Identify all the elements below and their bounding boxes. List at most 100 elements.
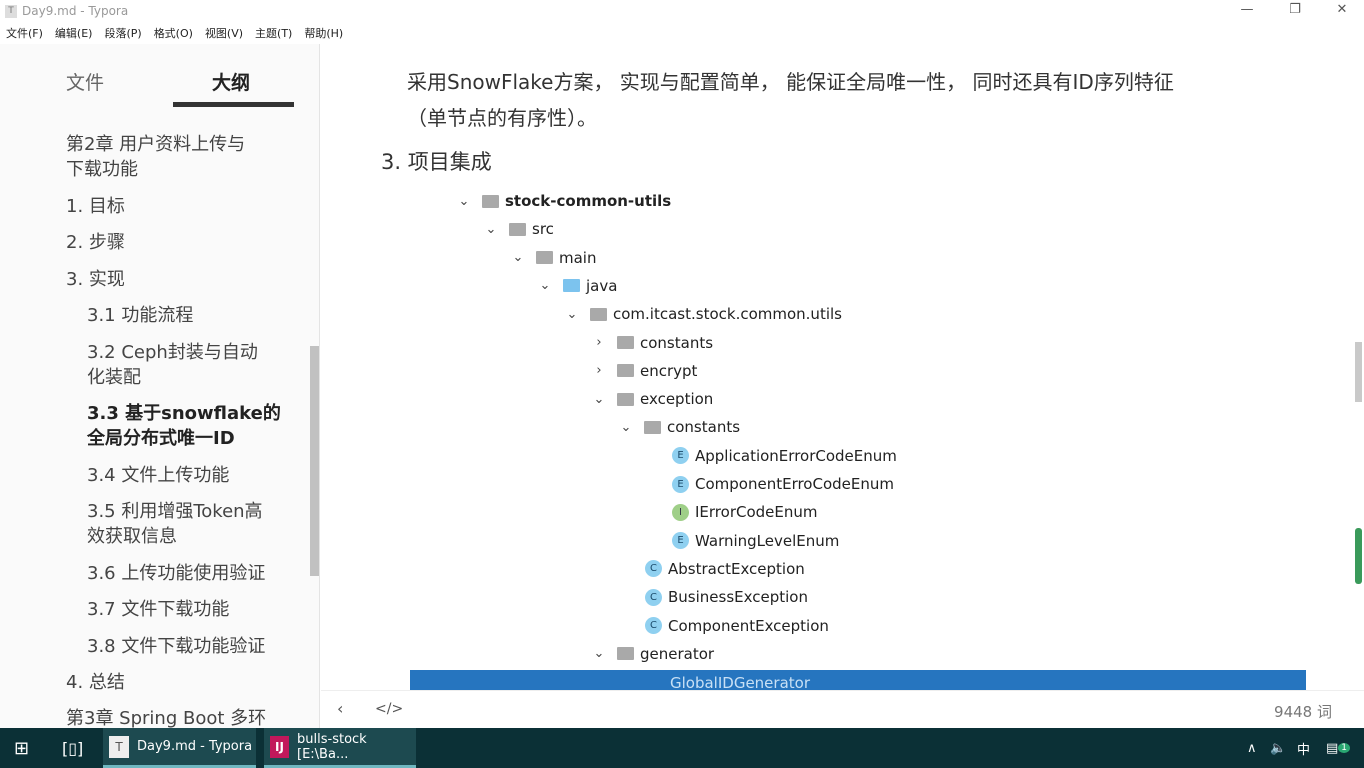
interface-icon: I [672, 503, 689, 521]
menu-bar: 文件(F) 编辑(E) 段落(P) 格式(O) 视图(V) 主题(T) 帮助(H) [0, 24, 349, 44]
outline-item[interactable]: 3.6 上传功能使用验证 [87, 561, 265, 586]
ime-indicator[interactable]: 中 [1297, 728, 1310, 768]
tree-label: java [586, 276, 618, 295]
chevron-down-icon: ⌄ [566, 306, 578, 322]
content-scrollbar[interactable] [1355, 342, 1362, 402]
minimize-button[interactable]: — [1232, 2, 1262, 17]
folder-icon [536, 251, 553, 265]
enum-icon: E [672, 532, 689, 550]
outline-item[interactable]: 3.4 文件上传功能 [87, 463, 229, 488]
taskbar-app-label: bulls-stock [E:\Ba... [297, 731, 367, 762]
menu-item[interactable]: 文件(F) [0, 24, 49, 44]
tree-label: encrypt [640, 361, 698, 380]
tree-label: constants [640, 333, 714, 352]
menu-item[interactable]: 编辑(E) [49, 24, 99, 44]
chevron-down-icon: ⌄ [620, 419, 632, 435]
outline-item[interactable]: 1. 目标 [66, 194, 125, 219]
tree-row: E ApplicationErrorCodeEnum [672, 442, 897, 470]
taskbar-app-intellij[interactable]: IJ bulls-stock [E:\Ba... [264, 728, 416, 768]
package-icon [617, 647, 634, 661]
tree-row: ⌄ stock-common-utils [456, 187, 672, 215]
menu-item[interactable]: 主题(T) [249, 24, 298, 44]
chevron-down-icon: ⌄ [485, 221, 497, 237]
taskbar-app-typora[interactable]: T Day9.md - Typora [103, 728, 256, 768]
tree-row: ⌄ src [483, 215, 554, 243]
scroll-marker [1355, 528, 1362, 584]
notification-count: 1 [1338, 743, 1351, 753]
tree-row: ⌄ java [537, 272, 618, 300]
outline-item[interactable]: 全局分布式唯一ID [87, 426, 235, 451]
outline-item[interactable]: 3.7 文件下载功能 [87, 597, 229, 622]
outline-item[interactable]: 第3章 Spring Boot 多环 [66, 706, 266, 728]
tree-row: E ComponentErroCodeEnum [672, 470, 894, 498]
package-icon [590, 307, 607, 321]
menu-item[interactable]: 段落(P) [98, 24, 147, 44]
show-hidden-icons[interactable]: ∧ [1247, 728, 1257, 768]
chevron-right-icon: › [596, 335, 602, 350]
outline-item[interactable]: 3.2 Ceph封装与自动 [87, 340, 258, 365]
class-icon: C [645, 588, 662, 606]
taskbar: ⊞ [▯] T Day9.md - Typora IJ bulls-stock … [0, 728, 1364, 768]
tree-label: stock-common-utils [505, 192, 672, 210]
toggle-sidebar-icon[interactable]: ‹ [337, 699, 343, 718]
volume-icon[interactable]: 🔈 [1270, 728, 1286, 768]
tree-label: src [532, 220, 554, 239]
outline-item[interactable]: 化装配 [87, 365, 141, 390]
chevron-right-icon: › [596, 363, 602, 379]
word-count[interactable]: 9448 词 [1274, 701, 1332, 722]
editor-content: 采用SnowFlake方案， 实现与配置简单， 能保证全局唯一性， 同时还具有I… [321, 44, 1364, 690]
tree-label: IErrorCodeEnum [695, 503, 818, 522]
chevron-down-icon: ⌄ [593, 646, 605, 662]
chevron-down-icon: ⌄ [539, 278, 551, 294]
intellij-icon: IJ [270, 735, 290, 758]
tree-label: WarningLevelEnum [695, 531, 840, 550]
close-button[interactable]: ✕ [1327, 2, 1357, 17]
tree-row: ⌄ main [510, 244, 597, 272]
folder-icon [509, 222, 526, 236]
menu-item[interactable]: 格式(O) [148, 24, 199, 44]
windows-start-icon[interactable]: ⊞ [14, 728, 29, 768]
outline-item[interactable]: 3.3 基于snowflake的 [87, 401, 281, 426]
tree-label: com.itcast.stock.common.utils [613, 305, 842, 324]
outline-item[interactable]: 4. 总结 [66, 670, 125, 695]
tree-label: constants [667, 418, 741, 437]
tree-label: exception [640, 390, 714, 409]
outline-item[interactable]: 3.1 功能流程 [87, 303, 193, 328]
outline-item[interactable]: 下载功能 [66, 157, 138, 182]
outline-item[interactable]: 效获取信息 [87, 524, 177, 549]
tree-row: C ComponentException [645, 612, 829, 640]
tree-row: I IErrorCodeEnum [672, 498, 818, 526]
notification-center-icon[interactable]: ▤ 1 [1326, 728, 1351, 768]
tree-label: generator [640, 644, 715, 663]
tree-row: C AbstractException [645, 555, 805, 583]
outline-item[interactable]: 3.5 利用增强Token高 [87, 499, 263, 524]
restore-button[interactable]: ❐ [1280, 2, 1310, 17]
tree-row: ⌄ constants [618, 413, 740, 441]
title-bar: T Day9.md - Typora — ❐ ✕ [0, 0, 1364, 24]
module-icon [482, 194, 499, 208]
enum-icon: E [672, 447, 689, 465]
chevron-down-icon: ⌄ [458, 193, 470, 209]
tree-label: ApplicationErrorCodeEnum [695, 446, 897, 465]
package-icon [617, 392, 634, 406]
outline-item[interactable]: 3.8 文件下载功能验证 [87, 634, 265, 659]
tree-label: main [559, 248, 597, 267]
sidebar: 文件 大纲 第2章 用户资料上传与 下载功能 1. 目标 2. 步骤 3. 实现 3.1 … [0, 44, 320, 728]
outline-item[interactable]: 3. 实现 [66, 267, 125, 292]
project-tree-image: ⌄ stock-common-utils ⌄ src ⌄ main ⌄ java ⌄ com.it… [410, 44, 1306, 685]
tree-label: BusinessException [668, 588, 808, 607]
source-code-mode-icon[interactable]: </> [375, 701, 403, 717]
menu-item[interactable]: 帮助(H) [298, 24, 349, 44]
tab-files[interactable]: 文件 [66, 68, 104, 95]
task-view-icon[interactable]: [▯] [62, 728, 83, 768]
tab-outline[interactable]: 大纲 [212, 68, 250, 95]
window-title: Day9.md - Typora [22, 4, 129, 18]
menu-item[interactable]: 视图(V) [199, 24, 249, 44]
typora-app-icon: T [5, 5, 17, 18]
sidebar-scrollbar[interactable] [310, 346, 319, 576]
outline-item[interactable]: 2. 步骤 [66, 230, 125, 255]
outline-item[interactable]: 第2章 用户资料上传与 [66, 132, 245, 157]
tree-label: ComponentException [668, 616, 829, 635]
active-tab-indicator [173, 102, 294, 107]
tree-row: ⌄ generator [591, 640, 715, 668]
